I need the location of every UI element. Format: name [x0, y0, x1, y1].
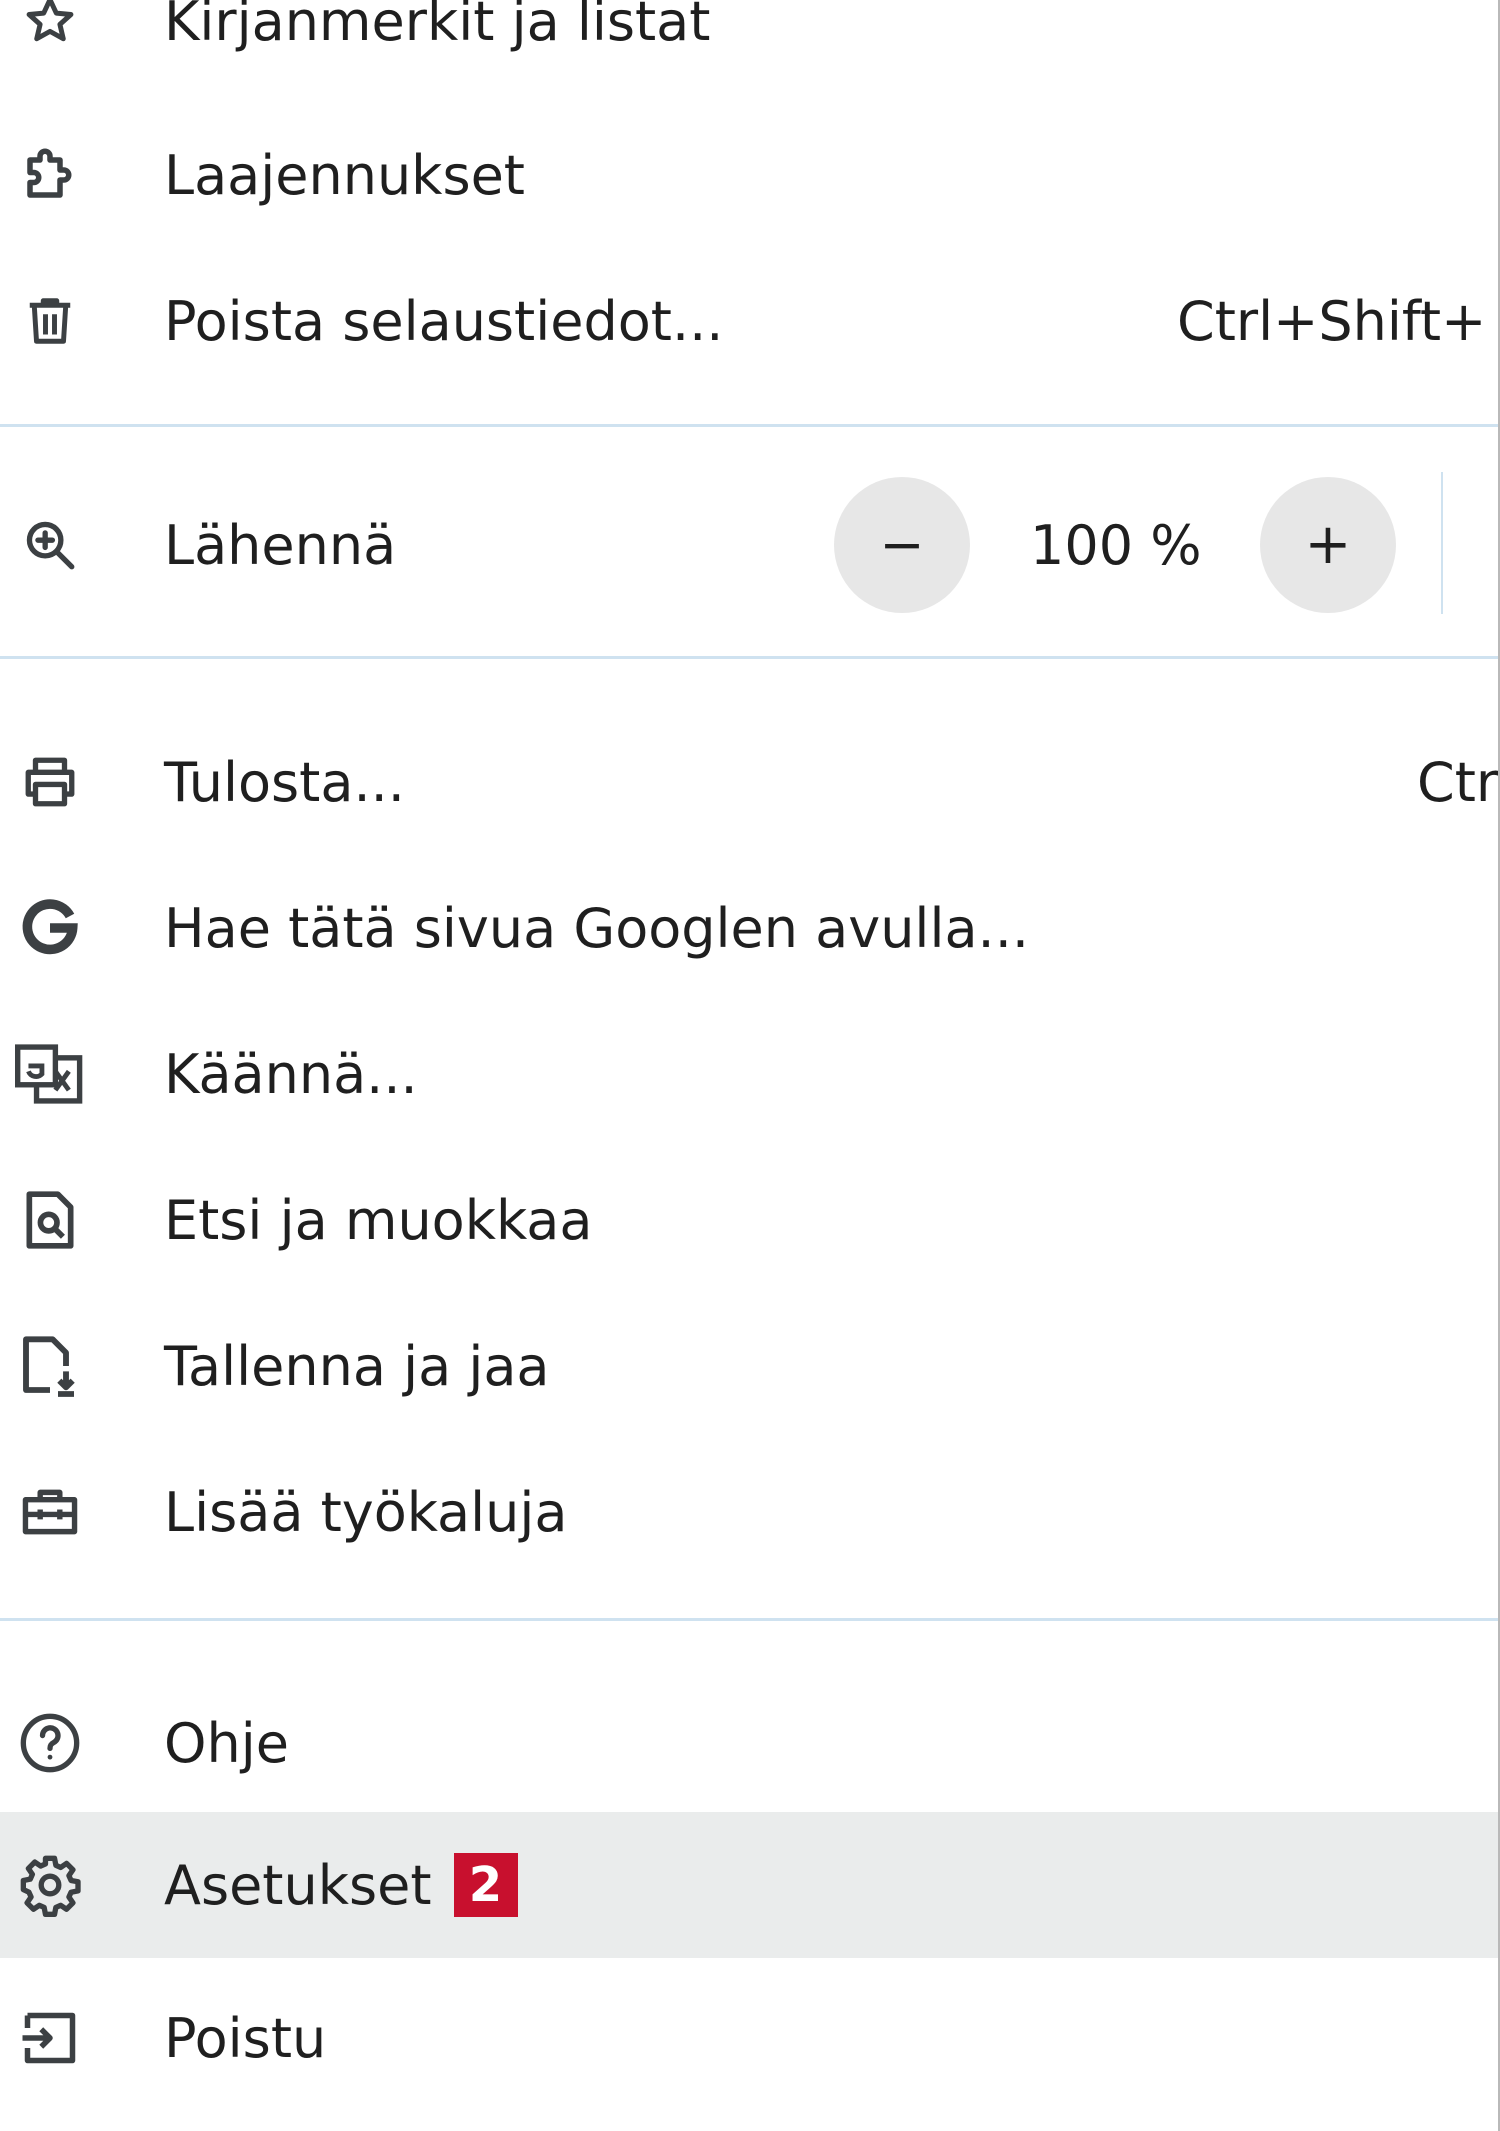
gear-icon — [0, 1812, 100, 1958]
step-badge: 2 — [453, 1853, 518, 1917]
menu-item-label: Etsi ja muokkaa — [164, 1188, 593, 1252]
plus-icon: + — [1304, 512, 1352, 577]
toolbox-icon — [0, 1439, 100, 1585]
star-icon — [0, 0, 100, 94]
trash-icon — [0, 248, 100, 394]
menu-item-label: Tulosta... — [164, 750, 405, 814]
zoom-in-button[interactable]: + — [1260, 477, 1396, 613]
menu-item-find-and-edit[interactable]: Etsi ja muokkaa — [0, 1147, 1498, 1293]
menu-item-extensions[interactable]: Laajennukset — [0, 102, 1498, 248]
menu-item-save-and-share[interactable]: Tallenna ja jaa — [0, 1293, 1498, 1439]
menu-item-label: Lisää työkaluja — [164, 1480, 568, 1544]
menu-item-print[interactable]: Tulosta... Ctr — [0, 709, 1498, 855]
menu-item-label: Lähennä — [164, 513, 397, 577]
menu-item-bookmarks[interactable]: Kirjanmerkit ja listat — [0, 0, 1498, 94]
menu-item-label: Tallenna ja jaa — [164, 1334, 550, 1398]
zoom-divider — [1441, 472, 1443, 614]
menu-item-help[interactable]: Ohje — [0, 1670, 1498, 1816]
shortcut-text: Ctr — [1417, 750, 1498, 814]
menu-separator — [0, 1618, 1498, 1621]
menu-item-clear-browsing-data[interactable]: Poista selaustiedot... Ctrl+Shift+ — [0, 248, 1498, 394]
menu-item-more-tools[interactable]: Lisää työkaluja — [0, 1439, 1498, 1585]
zoom-level: 100 % — [1030, 513, 1202, 577]
menu-item-label: Ohje — [164, 1711, 289, 1775]
puzzle-icon — [0, 102, 100, 248]
settings-label: Asetukset — [164, 1853, 432, 1917]
printer-icon — [0, 709, 100, 855]
minus-icon: − — [879, 513, 925, 576]
exit-icon — [0, 1965, 100, 2111]
chrome-menu: Kirjanmerkit ja listat Laajennukset Pois… — [0, 0, 1500, 2131]
menu-item-label: Laajennukset — [164, 143, 525, 207]
menu-item-label: Hae tätä sivua Googlen avulla... — [164, 896, 1030, 960]
find-page-icon — [0, 1147, 100, 1293]
menu-item-label: Kirjanmerkit ja listat — [164, 0, 711, 53]
menu-item-label: Käännä... — [164, 1042, 418, 1106]
menu-separator — [0, 424, 1498, 427]
menu-item-label: Poista selaustiedot... — [164, 289, 724, 353]
menu-item-settings[interactable]: Asetukset 2 — [0, 1812, 1498, 1958]
shortcut-text: Ctrl+Shift+ — [1177, 289, 1487, 353]
zoom-out-button[interactable]: − — [834, 477, 970, 613]
zoom-in-icon — [0, 472, 100, 618]
menu-separator — [0, 656, 1498, 659]
google-icon — [0, 855, 100, 1001]
help-icon — [0, 1670, 100, 1816]
menu-item-zoom: Lähennä − 100 % + — [0, 472, 1498, 618]
menu-item-search-with-google[interactable]: Hae tätä sivua Googlen avulla... — [0, 855, 1498, 1001]
menu-item-exit[interactable]: Poistu — [0, 1965, 1498, 2111]
menu-item-translate[interactable]: Käännä... — [0, 1001, 1498, 1147]
save-file-icon — [0, 1293, 100, 1439]
translate-icon — [0, 1001, 100, 1147]
menu-item-label: Asetukset 2 — [164, 1812, 518, 1958]
menu-item-label: Poistu — [164, 2006, 327, 2070]
